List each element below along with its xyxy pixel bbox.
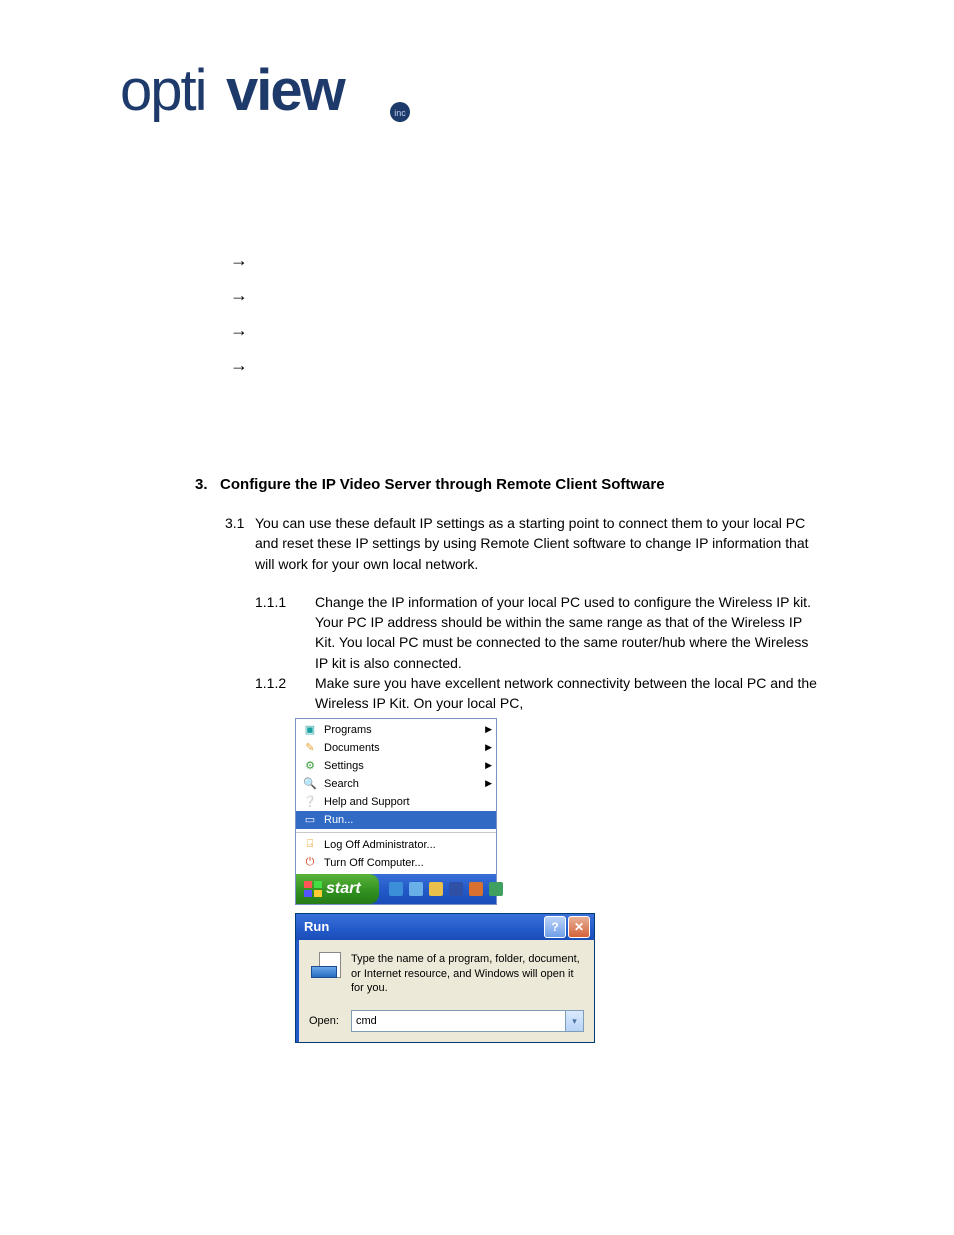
help-button[interactable]: ? [544,916,566,938]
run-titlebar: Run ? ✕ [296,914,594,940]
start-label: start [326,880,361,898]
sub-1-1-1: 1.1.1 Change the IP information of your … [255,592,824,673]
arrow-list: → → → → [230,250,854,376]
submenu-arrow-icon: ▶ [485,724,492,735]
run-title-text: Run [304,919,329,934]
paragraph-3-1: 3.1 You can use these default IP setting… [225,513,824,574]
menu-item-documents[interactable]: ✎ Documents ▶ [296,739,496,757]
menu-label: Search [324,778,485,790]
submenu-arrow-icon: ▶ [485,742,492,753]
tray-icon[interactable] [489,882,503,896]
section-heading: 3. Configure the IP Video Server through… [195,476,854,493]
open-combobox[interactable]: ▾ [351,1010,584,1032]
logoff-icon: ⍈ [302,837,318,853]
menu-label: Settings [324,760,485,772]
menu-label: Turn Off Computer... [324,857,492,869]
svg-text:inc: inc [394,108,406,118]
tray-icon[interactable] [389,882,403,896]
section-number: 3. [195,476,208,493]
screenshot-area: ▣ Programs ▶ ✎ Documents ▶ ⚙ Settings ▶ … [295,718,595,1044]
menu-label: Programs [324,724,485,736]
tray-icon[interactable] [429,882,443,896]
paragraph-number: 3.1 [225,513,255,574]
menu-label: Documents [324,742,485,754]
arrow-icon: → [230,285,854,306]
open-label: Open: [309,1015,343,1027]
submenu-arrow-icon: ▶ [485,760,492,771]
help-icon: ❔ [302,794,318,810]
menu-label: Run... [324,814,492,826]
tray-icon[interactable] [469,882,483,896]
search-icon: 🔍 [302,776,318,792]
menu-item-settings[interactable]: ⚙ Settings ▶ [296,757,496,775]
sub-1-1-2: 1.1.2 Make sure you have excellent netwo… [255,673,824,714]
tray-icon[interactable] [449,882,463,896]
close-button[interactable]: ✕ [568,916,590,938]
tray-icon[interactable] [409,882,423,896]
menu-item-help[interactable]: ❔ Help and Support [296,793,496,811]
menu-item-logoff[interactable]: ⍈ Log Off Administrator... [296,836,496,854]
arrow-icon: → [230,320,854,341]
menu-item-search[interactable]: 🔍 Search ▶ [296,775,496,793]
open-input[interactable] [352,1011,565,1031]
logo: opti view inc [120,60,854,130]
programs-icon: ▣ [302,722,318,738]
menu-item-programs[interactable]: ▣ Programs ▶ [296,721,496,739]
dropdown-button[interactable]: ▾ [565,1011,583,1031]
arrow-icon: → [230,355,854,376]
run-dialog-icon [309,952,341,980]
windows-flag-icon [304,881,322,897]
menu-item-run[interactable]: ▭ Run... [296,811,496,829]
sub-number: 1.1.2 [255,673,315,714]
sub-text: Make sure you have excellent network con… [315,673,824,714]
menu-label: Log Off Administrator... [324,839,492,851]
svg-text:view: view [226,60,347,123]
menu-label: Help and Support [324,796,492,808]
settings-icon: ⚙ [302,758,318,774]
start-menu: ▣ Programs ▶ ✎ Documents ▶ ⚙ Settings ▶ … [295,718,497,905]
taskbar: start [296,874,496,904]
submenu-arrow-icon: ▶ [485,778,492,789]
power-icon: ⏻ [302,855,318,871]
menu-divider [296,832,496,833]
sub-text: Change the IP information of your local … [315,592,824,673]
svg-text:opti: opti [120,60,206,123]
quick-launch [389,882,503,896]
section-title: Configure the IP Video Server through Re… [220,476,665,493]
documents-icon: ✎ [302,740,318,756]
run-description: Type the name of a program, folder, docu… [351,952,584,997]
menu-item-turnoff[interactable]: ⏻ Turn Off Computer... [296,854,496,872]
sub-number: 1.1.1 [255,592,315,673]
paragraph-text: You can use these default IP settings as… [255,513,824,574]
run-dialog: Run ? ✕ Type the name of a program, fold… [295,913,595,1044]
run-icon: ▭ [302,812,318,828]
arrow-icon: → [230,250,854,271]
start-button[interactable]: start [296,874,379,904]
